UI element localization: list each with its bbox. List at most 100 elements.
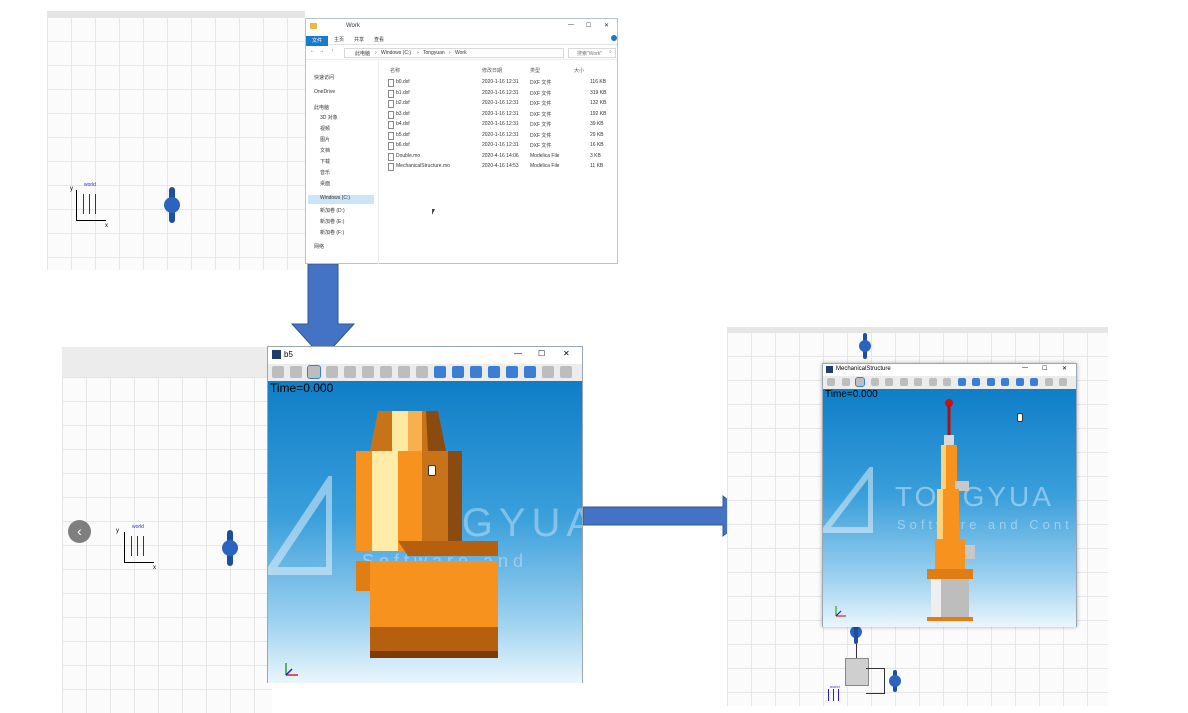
- toolbar-button-15[interactable]: [542, 366, 554, 378]
- toolbar-button-2[interactable]: [307, 365, 321, 379]
- nav-item[interactable]: 新加卷 (F:): [320, 229, 344, 236]
- scroll-left-button[interactable]: ‹: [68, 520, 91, 543]
- toolbar-button-8[interactable]: [416, 366, 428, 378]
- maximize-button[interactable]: ☐: [586, 22, 591, 29]
- file-row[interactable]: b4.dxf 2020-1-16 12:31 DXF 文件 39 KB: [384, 121, 616, 131]
- nav-item[interactable]: 新加卷 (E:): [320, 218, 344, 225]
- toolbar-button-13[interactable]: [1015, 378, 1024, 386]
- toolbar-button-2[interactable]: [855, 377, 865, 387]
- file-row[interactable]: Double.mo 2020-4-16 14:06 Modelica File 3 K…: [384, 152, 616, 163]
- nav-item[interactable]: 音乐: [320, 169, 330, 176]
- maximize-button[interactable]: ☐: [538, 349, 545, 358]
- toolbar-button-0[interactable]: [827, 378, 835, 386]
- nav-item[interactable]: 桌面: [320, 180, 330, 187]
- toolbar-button-9[interactable]: [434, 366, 446, 378]
- nav-item[interactable]: 网络: [314, 243, 324, 250]
- file-row[interactable]: MechanicalStructure.mo 2020-4-16 14:53 Mod…: [384, 163, 616, 173]
- toolbar-button-4[interactable]: [344, 366, 356, 378]
- toolbar-button-5[interactable]: [899, 378, 908, 386]
- toolbar-button-15[interactable]: [1044, 378, 1053, 386]
- nav-item[interactable]: 此电脑: [314, 104, 329, 111]
- nav-item[interactable]: 快速访问: [314, 74, 334, 81]
- toolbar-button-11[interactable]: [470, 366, 482, 378]
- toolbar-button-7[interactable]: [398, 366, 410, 378]
- toolbar-button-12[interactable]: [488, 366, 500, 378]
- column-name[interactable]: 名称: [390, 67, 400, 74]
- toolbar-button-1[interactable]: [841, 378, 850, 386]
- nav-item[interactable]: OneDrive: [314, 89, 335, 95]
- body-component-bottom[interactable]: [221, 530, 239, 566]
- 3d-scene-mechanical[interactable]: Time=0.000 TONGYUA Software and Cont: [823, 389, 1076, 627]
- toolbar-button-16[interactable]: [1059, 378, 1067, 386]
- toolbar-button-12[interactable]: [1001, 378, 1009, 386]
- body-component-top[interactable]: [163, 187, 181, 223]
- up-arrow-icon[interactable]: ↑: [331, 48, 334, 54]
- 3d-scene-b5[interactable]: Time=0.000 TONGYUA Software and Cont: [268, 381, 582, 683]
- breadcrumb-this-pc[interactable]: 此电脑: [355, 50, 370, 57]
- toolbar-button-3[interactable]: [870, 378, 879, 386]
- help-icon[interactable]: [611, 35, 617, 41]
- toolbar-button-4[interactable]: [885, 378, 893, 386]
- close-button[interactable]: ✕: [604, 22, 609, 29]
- search-input[interactable]: 搜索"Work" ⌕: [568, 48, 616, 58]
- toolbar-button-10[interactable]: [972, 378, 980, 386]
- world-component-bottom[interactable]: world y x: [112, 524, 162, 574]
- forward-arrow-icon[interactable]: →: [319, 48, 324, 54]
- breadcrumb-work[interactable]: Work: [455, 50, 467, 56]
- minimize-button[interactable]: —: [514, 349, 522, 358]
- toolbar-button-7[interactable]: [928, 378, 937, 386]
- file-row[interactable]: b2.dxf 2020-1-16 12:31 DXF 文件 132 KB: [384, 100, 616, 110]
- file-row[interactable]: b6.dxf 2020-1-16 12:31 DXF 文件 16 KB: [384, 142, 616, 152]
- body-component-right-top[interactable]: [858, 333, 872, 359]
- nav-item[interactable]: 下载: [320, 158, 330, 165]
- tab-home[interactable]: 主页: [334, 36, 344, 43]
- file-row[interactable]: b1.dxf 2020-1-16 12:31 DXF 文件 319 KB: [384, 89, 616, 100]
- toolbar-button-13[interactable]: [506, 366, 518, 378]
- diagram-canvas-bottom[interactable]: [62, 347, 272, 713]
- world-component-top[interactable]: world y x: [70, 182, 110, 232]
- toolbar-button-10[interactable]: [452, 366, 464, 378]
- maximize-button[interactable]: ☐: [1042, 365, 1047, 372]
- file-row[interactable]: b0.dxf 2020-1-16 12:31 DXF 文件 116 KB: [384, 79, 616, 89]
- mouse-cursor-icon: [432, 209, 435, 215]
- toolbar-button-3[interactable]: [326, 366, 338, 378]
- breadcrumb-windows-c[interactable]: Windows (C:): [381, 50, 411, 56]
- file-date: 2020-4-16 14:53: [482, 163, 519, 169]
- minimize-button[interactable]: —: [568, 22, 574, 28]
- column-date[interactable]: 修改日期: [482, 67, 502, 74]
- toolbar-button-16[interactable]: [560, 366, 572, 378]
- file-explorer-window[interactable]: Work — ☐ ✕ 文件 主页 共享 查看 ← → ↑ 此电脑 › Windo…: [305, 18, 618, 264]
- file-row[interactable]: b5.dxf 2020-1-16 12:31 DXF 文件 29 KB: [384, 131, 616, 142]
- column-type[interactable]: 类型: [530, 67, 540, 74]
- nav-item[interactable]: Windows (C:): [320, 195, 350, 201]
- back-arrow-icon[interactable]: ←: [310, 48, 315, 54]
- nav-item[interactable]: 图片: [320, 136, 330, 143]
- toolbar-button-6[interactable]: [914, 378, 922, 386]
- close-button[interactable]: ✕: [563, 349, 570, 358]
- body-component-right-bottom[interactable]: [888, 670, 902, 692]
- nav-item[interactable]: 文档: [320, 147, 330, 154]
- viewer-window-b5[interactable]: b5 — ☐ ✕ Time=0.000 TONGYUA Software and…: [267, 346, 583, 683]
- nav-item[interactable]: 视频: [320, 125, 330, 132]
- breadcrumb-tongyuan[interactable]: Tongyuan: [423, 50, 445, 56]
- nav-item[interactable]: 新加卷 (D:): [320, 207, 345, 214]
- file-row[interactable]: b3.dxf 2020-1-16 12:31 DXF 文件 192 KB: [384, 110, 616, 121]
- close-button[interactable]: ✕: [1062, 365, 1067, 372]
- minimize-button[interactable]: —: [1022, 365, 1028, 371]
- column-size[interactable]: 大小: [574, 67, 584, 74]
- toolbar-button-0[interactable]: [272, 366, 284, 378]
- toolbar-button-6[interactable]: [380, 366, 392, 378]
- toolbar-button-8[interactable]: [943, 378, 951, 386]
- tab-view[interactable]: 查看: [374, 36, 384, 43]
- tab-share[interactable]: 共享: [354, 36, 364, 43]
- viewer-window-mechanical[interactable]: MechanicalStructure — ☐ ✕ Time=0.000 TON…: [822, 363, 1077, 627]
- toolbar-button-11[interactable]: [986, 378, 995, 386]
- toolbar-button-9[interactable]: [957, 378, 966, 386]
- toolbar-button-5[interactable]: [362, 366, 374, 378]
- toolbar-button-1[interactable]: [290, 366, 302, 378]
- address-bar[interactable]: 此电脑 › Windows (C:) › Tongyuan › Work: [344, 48, 564, 58]
- toolbar-button-14[interactable]: [1030, 378, 1038, 386]
- toolbar-button-14[interactable]: [524, 366, 536, 378]
- nav-item[interactable]: 3D 对象: [320, 114, 338, 121]
- world-component-right[interactable]: world: [820, 684, 848, 701]
